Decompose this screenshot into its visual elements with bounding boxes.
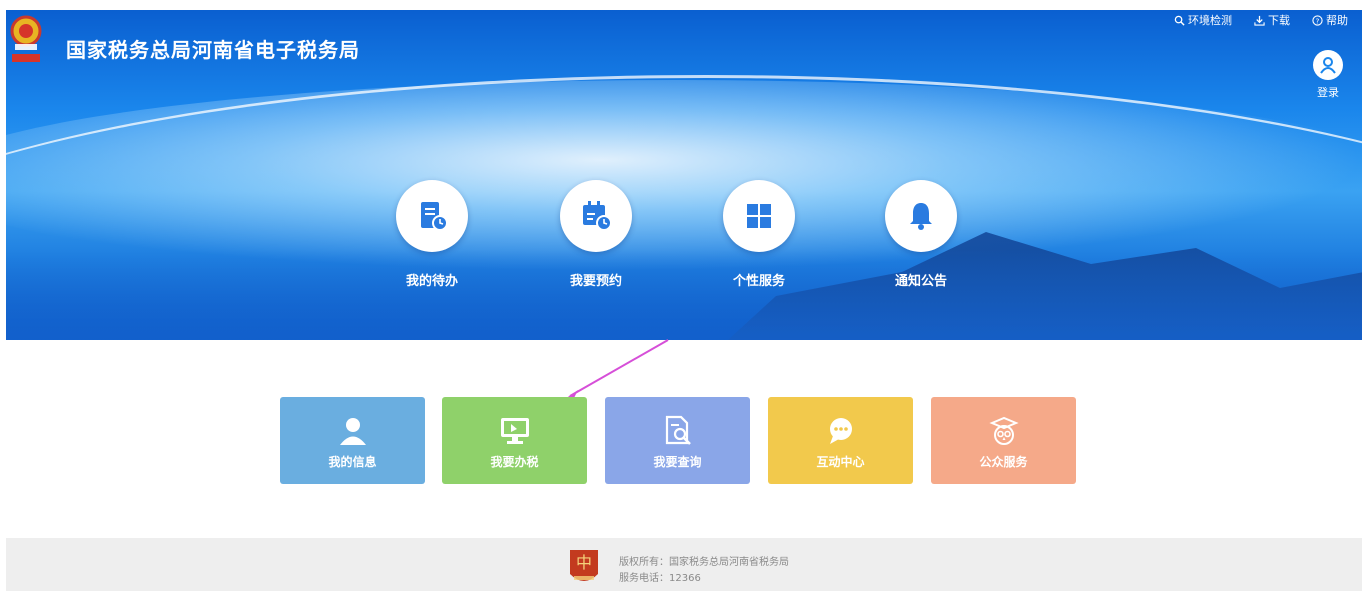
help-link[interactable]: ? 帮助: [1312, 12, 1348, 28]
tile-my-info[interactable]: 我的信息: [280, 397, 425, 484]
tile-my-info-label: 我的信息: [328, 455, 377, 469]
login-label: 登录: [1317, 86, 1339, 99]
document-search-icon: [661, 415, 695, 447]
nav-appointment[interactable]: 我要预约: [541, 180, 651, 289]
svg-text:中: 中: [576, 553, 592, 572]
tax-emblem-icon[interactable]: [9, 14, 43, 72]
env-check-link[interactable]: 环境检测: [1174, 12, 1232, 28]
nav-notices-label: 通知公告: [894, 274, 947, 289]
tile-tax-handling[interactable]: 我要办税: [442, 397, 587, 484]
page: 国家税务总局河南省电子税务局 环境检测 下载 ? 帮助 登录 我的待办 我要预约: [0, 0, 1362, 591]
tile-interaction-center[interactable]: 互动中心: [768, 397, 913, 484]
magnifier-icon: [1174, 15, 1185, 26]
download-link[interactable]: 下载: [1254, 12, 1290, 28]
nav-my-todo[interactable]: 我的待办: [377, 180, 487, 289]
help-label: 帮助: [1326, 14, 1348, 27]
tile-query[interactable]: 我要查询: [605, 397, 750, 484]
tile-tax-handling-label: 我要办税: [490, 455, 539, 469]
svg-text:?: ?: [1316, 16, 1320, 25]
login-button[interactable]: 登录: [1311, 50, 1345, 100]
footer-phone: 服务电话：12366: [619, 573, 701, 584]
top-links: 环境检测 下载 ? 帮助: [1174, 12, 1348, 28]
nav-personal-service[interactable]: 个性服务: [704, 180, 814, 289]
site-title[interactable]: 国家税务总局河南省电子税务局: [66, 34, 360, 63]
bell-icon: [885, 180, 957, 252]
owl-icon: [987, 415, 1021, 447]
help-icon: ?: [1312, 14, 1323, 26]
calendar-clock-icon: [560, 180, 632, 252]
annotation-arrow: [562, 339, 669, 401]
user-icon: [336, 415, 370, 447]
footer-copyright: 版权所有：国家税务总局河南省税务局: [619, 557, 789, 568]
tax-badge-icon: 中: [570, 550, 598, 581]
todo-document-icon: [396, 180, 468, 252]
nav-notices[interactable]: 通知公告: [866, 180, 976, 289]
grid-icon: [723, 180, 795, 252]
download-label: 下载: [1268, 14, 1290, 27]
tile-query-label: 我要查询: [653, 455, 702, 469]
nav-my-todo-label: 我的待办: [405, 274, 458, 289]
user-avatar-icon: [1313, 50, 1343, 80]
tile-public-service-label: 公众服务: [979, 455, 1028, 469]
footer-info: 版权所有：国家税务总局河南省税务局 服务电话：12366: [619, 555, 789, 587]
download-icon: [1254, 15, 1265, 26]
footer: 中 版权所有：国家税务总局河南省税务局 服务电话：12366: [6, 538, 1362, 591]
monitor-icon: [498, 415, 532, 447]
tile-public-service[interactable]: 公众服务: [931, 397, 1076, 484]
chat-bubble-icon: [824, 415, 858, 447]
nav-appointment-label: 我要预约: [569, 274, 622, 289]
env-check-label: 环境检测: [1188, 14, 1232, 27]
nav-personal-service-label: 个性服务: [732, 274, 785, 289]
tile-interaction-center-label: 互动中心: [816, 455, 865, 469]
